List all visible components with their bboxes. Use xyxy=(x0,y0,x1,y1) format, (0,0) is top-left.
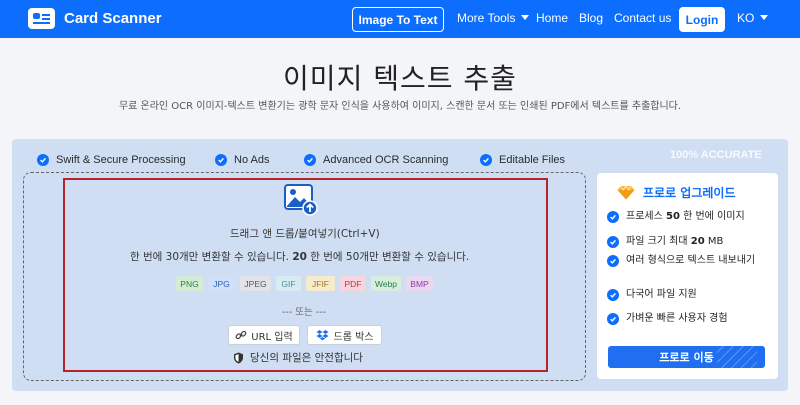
limit-text-part: 한 번에 30개만 변환할 수 있습니다. xyxy=(130,251,293,263)
check-circle-icon xyxy=(607,313,619,325)
check-circle-icon xyxy=(480,154,492,166)
feature-item: Advanced OCR Scanning xyxy=(304,154,448,166)
upgrade-title-text: 프로로 업그레이드 xyxy=(643,186,736,200)
check-circle-icon xyxy=(607,211,619,223)
feature-label: Editable Files xyxy=(499,154,566,166)
image-to-text-button[interactable]: Image To Text xyxy=(352,7,444,32)
feature-item: No Ads xyxy=(215,154,269,166)
or-divider: --- 또는 --- xyxy=(282,307,327,318)
page-subtitle: 무료 온라인 OCR 이미지-텍스트 변환기는 광학 문자 인식을 사용하여 이… xyxy=(118,101,682,112)
check-circle-icon xyxy=(215,154,227,166)
check-circle-icon xyxy=(607,236,619,248)
format-badge-bmp: BMP xyxy=(406,276,433,291)
upgrade-card: 프로로 업그레이드 프로세스 50 한 번에 이미지 파일 크기 최대 20 M… xyxy=(597,173,778,379)
check-circle-icon xyxy=(37,154,49,166)
go-pro-label: 프로로 이동 xyxy=(659,351,714,364)
format-badge-gif: GIF xyxy=(276,276,301,291)
pro-feature-item: 파일 크기 최대 20 MB xyxy=(607,235,772,249)
pro-feature-item: 여러 형식으로 텍스트 내보내기 xyxy=(607,254,765,268)
format-badge-jpeg: JPEG xyxy=(240,276,271,291)
feature-label: Advanced OCR Scanning xyxy=(323,154,449,166)
check-circle-icon xyxy=(607,255,619,267)
diamond-icon xyxy=(617,185,635,200)
feature-item: Editable Files xyxy=(480,154,565,166)
accuracy-badge: 100% ACCURATE xyxy=(670,149,762,161)
pro-feature-item: 프로세스 50 한 번에 이미지 xyxy=(607,210,772,224)
pro-feature-item: 다국어 파일 지원 xyxy=(607,288,772,302)
go-pro-button[interactable]: 프로로 이동 xyxy=(608,346,765,368)
feature-item: Swift & Secure Processing xyxy=(37,154,186,166)
pro-feature-item: 가벼운 빠른 사용자 경험 xyxy=(607,312,772,326)
url-input-button[interactable]: URL 입력 xyxy=(228,325,300,345)
chevron-down-icon xyxy=(760,15,769,20)
chevron-down-icon xyxy=(521,15,530,20)
upgrade-title: 프로로 업그레이드 xyxy=(617,184,736,201)
dropbox-icon xyxy=(316,330,328,341)
brand-name[interactable]: Card Scanner xyxy=(64,10,162,27)
check-circle-icon xyxy=(304,154,316,166)
conversion-limit-text: 한 번에 30개만 변환할 수 있습니다. 20 한 번에 50개만 변환할 수… xyxy=(130,249,469,264)
language-selector[interactable]: KO xyxy=(737,11,769,25)
format-badge-pdf: PDF xyxy=(340,276,366,291)
image-upload-icon[interactable] xyxy=(284,184,318,216)
limit-number: 20 xyxy=(292,251,307,263)
nav-contact-link[interactable]: Contact us xyxy=(614,11,671,25)
dropbox-button[interactable]: 드롭 박스 xyxy=(307,325,382,345)
check-circle-icon xyxy=(607,289,619,301)
page-title: 이미지 텍스트 추출 xyxy=(283,62,517,95)
security-note: 당신의 파일은 안전합니다 xyxy=(233,350,363,365)
format-badge-jfif: JFIF xyxy=(306,276,335,291)
top-navbar: Card Scanner Image To Text More Tools Ho… xyxy=(0,0,800,38)
link-icon xyxy=(235,330,247,340)
format-badge-webp: Webp xyxy=(371,276,401,291)
format-badge-jpg: JPG xyxy=(208,276,235,291)
dropbox-label: 드롭 박스 xyxy=(333,331,374,343)
shield-icon xyxy=(234,352,243,363)
more-tools-label: More Tools xyxy=(457,11,516,25)
limit-text-part: 한 번에 50개만 변환할 수 있습니다. xyxy=(306,251,470,263)
security-text: 당신의 파일은 안전합니다 xyxy=(250,352,363,364)
url-input-label: URL 입력 xyxy=(251,331,293,343)
language-label: KO xyxy=(737,11,755,25)
more-tools-menu[interactable]: More Tools xyxy=(457,11,530,25)
login-button[interactable]: Login xyxy=(679,7,725,32)
drag-drop-text: 드래그 앤 드롭/붙여넣기(Ctrl+V) xyxy=(230,228,380,240)
nav-home-link[interactable]: Home xyxy=(536,11,568,25)
card-scanner-logo-icon[interactable] xyxy=(28,8,55,29)
nav-blog-link[interactable]: Blog xyxy=(579,11,603,25)
feature-label: No Ads xyxy=(234,154,270,166)
feature-label: Swift & Secure Processing xyxy=(56,154,186,166)
format-badge-png: PNG xyxy=(176,276,203,291)
